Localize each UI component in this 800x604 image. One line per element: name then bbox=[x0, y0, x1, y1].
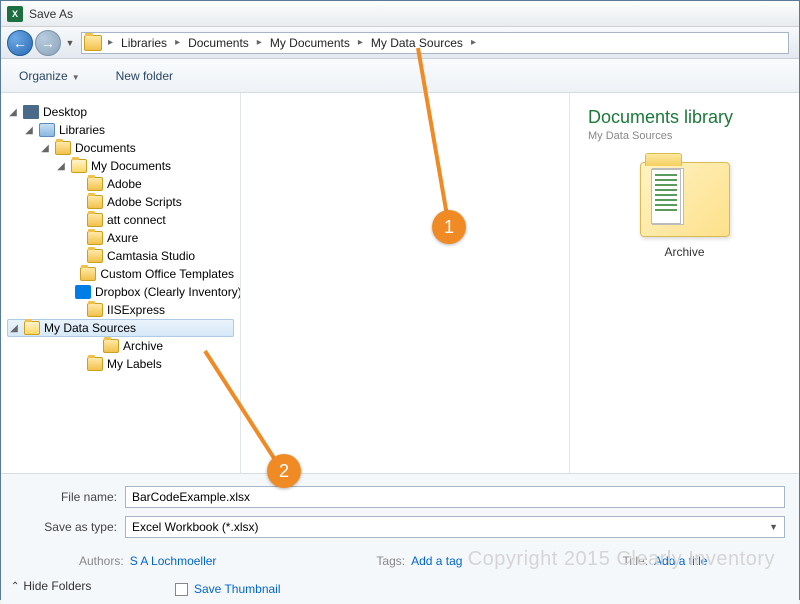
bottom-panel: File name: Save as type: Excel Workbook … bbox=[1, 473, 799, 604]
tree-item[interactable]: Adobe Scripts bbox=[7, 193, 234, 211]
back-button[interactable]: ← bbox=[7, 30, 33, 56]
history-dropdown[interactable]: ▼ bbox=[63, 32, 77, 54]
chevron-right-icon: ▸ bbox=[171, 37, 184, 48]
folder-icon bbox=[87, 303, 103, 317]
tree-item[interactable]: My Labels bbox=[7, 355, 234, 373]
forward-button[interactable]: → bbox=[35, 30, 61, 56]
folder-icon bbox=[87, 357, 103, 371]
excel-icon: X bbox=[7, 6, 23, 22]
folder-tree: ◢Desktop ◢Libraries ◢Documents ◢My Docum… bbox=[1, 93, 241, 473]
save-as-dialog: X Save As ← → ▼ ▸ Libraries ▸ Documents … bbox=[0, 0, 800, 600]
window-title: Save As bbox=[29, 7, 73, 21]
tree-item[interactable]: att connect bbox=[7, 211, 234, 229]
folder-icon bbox=[84, 35, 102, 51]
tree-my-documents[interactable]: ◢My Documents bbox=[7, 157, 234, 175]
archive-folder-label: Archive bbox=[588, 245, 781, 259]
filename-label: File name: bbox=[15, 490, 125, 504]
save-as-type-combo[interactable]: Excel Workbook (*.xlsx)▼ bbox=[125, 516, 785, 538]
tree-item[interactable]: Adobe bbox=[7, 175, 234, 193]
library-subtitle: My Data Sources bbox=[588, 130, 781, 142]
folder-icon bbox=[80, 267, 96, 281]
save-as-type-label: Save as type: bbox=[15, 520, 125, 534]
title-value[interactable]: Add a title bbox=[654, 554, 707, 568]
title-bar: X Save As bbox=[1, 1, 799, 27]
folder-icon bbox=[87, 177, 103, 191]
nav-bar: ← → ▼ ▸ Libraries ▸ Documents ▸ My Docum… bbox=[1, 27, 799, 59]
breadcrumb-libraries[interactable]: Libraries bbox=[117, 34, 171, 52]
tree-documents[interactable]: ◢Documents bbox=[7, 139, 234, 157]
tree-item[interactable]: Archive bbox=[7, 337, 234, 355]
save-thumbnail-label: Save Thumbnail bbox=[194, 582, 281, 596]
content-pane: Documents library My Data Sources Archiv… bbox=[241, 93, 799, 473]
tags-label: Tags: bbox=[376, 554, 405, 568]
folder-open-icon bbox=[71, 159, 87, 173]
dropbox-icon bbox=[75, 285, 91, 299]
folder-icon bbox=[87, 231, 103, 245]
tree-desktop[interactable]: ◢Desktop bbox=[7, 103, 234, 121]
chevron-right-icon: ▸ bbox=[104, 37, 117, 48]
folder-icon bbox=[87, 195, 103, 209]
tree-item[interactable]: Axure bbox=[7, 229, 234, 247]
hide-folders-button[interactable]: ⌃ Hide Folders bbox=[11, 579, 91, 593]
folder-icon bbox=[103, 339, 119, 353]
tree-libraries[interactable]: ◢Libraries bbox=[7, 121, 234, 139]
library-panel: Documents library My Data Sources Archiv… bbox=[569, 93, 799, 473]
authors-label: Authors: bbox=[79, 554, 124, 568]
libraries-icon bbox=[39, 123, 55, 137]
body: ◢Desktop ◢Libraries ◢Documents ◢My Docum… bbox=[1, 93, 799, 473]
folder-icon bbox=[87, 249, 103, 263]
chevron-right-icon: ▸ bbox=[354, 37, 367, 48]
tree-item[interactable]: IISExpress bbox=[7, 301, 234, 319]
chevron-down-icon: ▼ bbox=[769, 522, 778, 532]
folder-icon bbox=[87, 213, 103, 227]
breadcrumb-my-documents[interactable]: My Documents bbox=[266, 34, 354, 52]
chevron-up-icon: ⌃ bbox=[11, 581, 19, 592]
breadcrumb-documents[interactable]: Documents bbox=[184, 34, 253, 52]
filename-input[interactable] bbox=[125, 486, 785, 508]
chevron-right-icon: ▸ bbox=[253, 37, 266, 48]
breadcrumb[interactable]: ▸ Libraries ▸ Documents ▸ My Documents ▸… bbox=[81, 32, 789, 54]
tree-item[interactable]: Dropbox (Clearly Inventory) bbox=[7, 283, 234, 301]
tags-value[interactable]: Add a tag bbox=[411, 554, 462, 568]
toolbar: Organize▼ New folder bbox=[1, 59, 799, 93]
title-label: Title: bbox=[622, 554, 648, 568]
tree-item[interactable]: Camtasia Studio bbox=[7, 247, 234, 265]
breadcrumb-my-data-sources[interactable]: My Data Sources bbox=[367, 34, 467, 52]
new-folder-button[interactable]: New folder bbox=[108, 65, 181, 87]
desktop-icon bbox=[23, 105, 39, 119]
file-list[interactable] bbox=[241, 93, 569, 473]
folder-icon bbox=[55, 141, 71, 155]
folder-open-icon bbox=[24, 321, 40, 335]
authors-value[interactable]: S A Lochmoeller bbox=[130, 554, 217, 568]
organize-button[interactable]: Organize▼ bbox=[11, 65, 88, 87]
tree-item[interactable]: Custom Office Templates bbox=[7, 265, 234, 283]
archive-folder-icon[interactable] bbox=[640, 162, 730, 237]
chevron-right-icon: ▸ bbox=[467, 37, 480, 48]
tree-my-data-sources[interactable]: ◢My Data Sources bbox=[7, 319, 234, 337]
save-thumbnail-checkbox[interactable] bbox=[175, 583, 188, 596]
library-title: Documents library bbox=[588, 107, 781, 128]
